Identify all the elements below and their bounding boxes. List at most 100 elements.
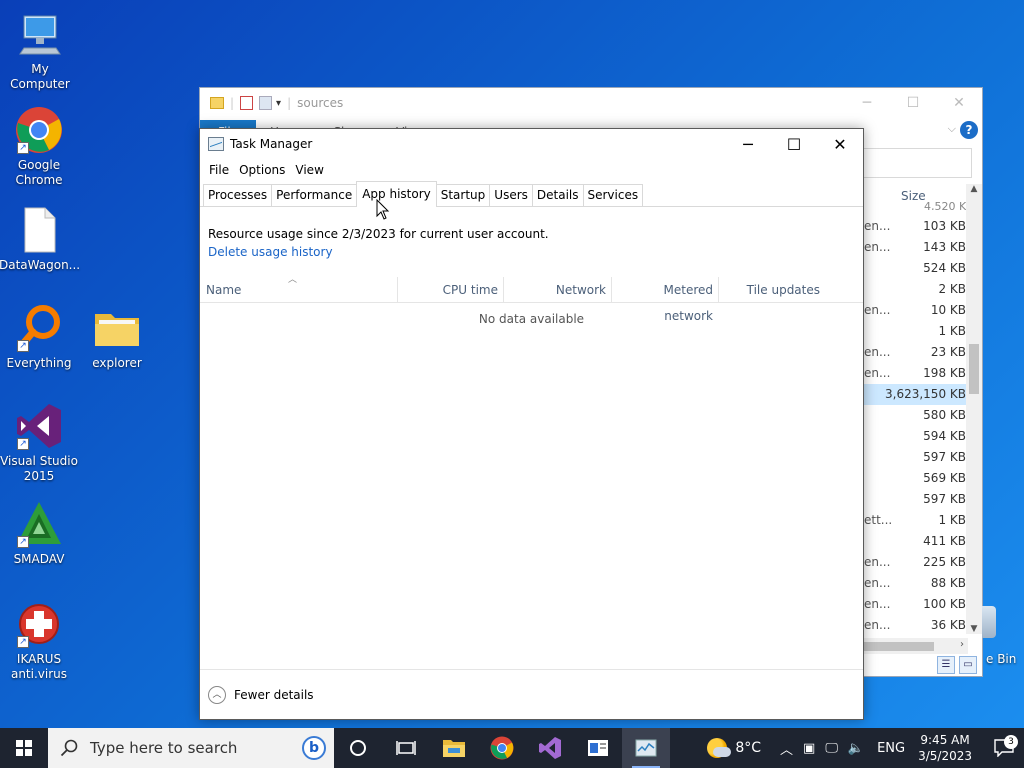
file-row[interactable]: 3,623,150 KB [864, 384, 968, 405]
taskbar-task-manager[interactable] [622, 728, 670, 768]
menu-options[interactable]: Options [234, 163, 290, 177]
delete-usage-history-link[interactable]: Delete usage history [208, 245, 333, 259]
taskbar-search-box[interactable]: Type here to search b [48, 728, 334, 768]
menu-view[interactable]: View [290, 163, 328, 177]
file-row[interactable]: 580 KB [864, 405, 968, 426]
file-list[interactable]: en... 103 KB en... 143 KB 524 KB 2 KB en... 10 … [864, 216, 968, 636]
expand-ribbon-icon[interactable]: ⌵ [948, 122, 956, 136]
new-folder-icon[interactable] [259, 96, 273, 110]
horizontal-scrollbar[interactable]: › [864, 638, 968, 654]
explorer-path-title: sources [297, 96, 344, 110]
tab-performance[interactable]: Performance [271, 184, 358, 206]
desktop-icon-my-computer[interactable]: My Computer [0, 10, 80, 92]
menu-bar: File Options View [200, 159, 863, 181]
desktop-icon-explorer[interactable]: explorer [77, 304, 157, 371]
file-row[interactable]: en... 103 KB [864, 216, 968, 237]
column-header-name[interactable]: Name [200, 277, 398, 303]
tab-services[interactable]: Services [582, 184, 644, 206]
search-box[interactable] [864, 148, 972, 178]
taskbar-file-explorer[interactable] [430, 728, 478, 768]
weather-widget[interactable]: 8°C [707, 738, 761, 758]
column-header-metered-network[interactable]: Metered network [612, 277, 719, 323]
file-row[interactable]: en... 23 KB [864, 342, 968, 363]
desktop-icon-smadav[interactable]: ↗ SMADAV [0, 500, 79, 567]
file-row[interactable]: 597 KB [864, 489, 968, 510]
desktop-icon-datawagon[interactable]: DataWagon... [0, 206, 80, 273]
folder-icon [443, 740, 465, 757]
minimize-icon[interactable]: ─ [844, 88, 890, 118]
tab-processes[interactable]: Processes [203, 184, 273, 206]
file-row[interactable]: en... 88 KB [864, 573, 968, 594]
chevron-up-circle-icon[interactable]: ︿ [208, 685, 226, 704]
details-view-icon[interactable]: ☰ [937, 656, 955, 674]
scroll-up-icon[interactable]: ▲ [966, 184, 982, 194]
file-size: 1 KB [938, 324, 966, 338]
input-language[interactable]: ENG [877, 741, 905, 756]
file-row[interactable]: ett... 1 KB [864, 510, 968, 531]
desktop-icon-everything[interactable]: ↗ Everything [0, 304, 79, 371]
tab-users[interactable]: Users [489, 184, 533, 206]
file-row[interactable]: en... 36 KB [864, 615, 968, 636]
file-size: 569 KB [923, 471, 966, 485]
chevron-up-icon[interactable]: ︿ [780, 739, 793, 758]
chrome-icon: ↗ [15, 106, 63, 154]
column-header-cpu-time[interactable]: CPU time [398, 277, 504, 303]
start-button[interactable] [0, 728, 48, 768]
close-button[interactable]: ✕ [817, 129, 863, 159]
usb-drive-icon[interactable]: ▣ [803, 741, 815, 756]
file-row[interactable]: 597 KB [864, 447, 968, 468]
column-header-network[interactable]: Network [504, 277, 612, 303]
file-row[interactable]: 569 KB [864, 468, 968, 489]
quick-access-dropdown-icon[interactable]: ▾ [276, 98, 281, 109]
file-row[interactable]: en... 143 KB [864, 237, 968, 258]
clock[interactable]: 9:45 AM 3/5/2023 [918, 732, 972, 764]
file-row[interactable]: 2 KB [864, 279, 968, 300]
properties-icon[interactable] [240, 96, 254, 110]
minimize-button[interactable]: ─ [725, 129, 771, 159]
file-row[interactable]: en... 10 KB [864, 300, 968, 321]
task-view-button[interactable] [382, 728, 430, 768]
task-manager-title-bar[interactable]: Task Manager ─ ☐ ✕ [200, 129, 863, 159]
action-center-button[interactable]: 3 [984, 735, 1024, 757]
taskbar-app-window[interactable] [574, 728, 622, 768]
help-icon[interactable]: ? [960, 121, 978, 139]
file-row[interactable]: en... 225 KB [864, 552, 968, 573]
file-row[interactable]: 524 KB [864, 258, 968, 279]
file-row[interactable]: en... 198 KB [864, 363, 968, 384]
search-icon [60, 739, 78, 757]
tab-app-history[interactable]: App history [356, 181, 437, 207]
maximize-button[interactable]: ☐ [771, 129, 817, 159]
column-header-tile-updates[interactable]: Tile updates [719, 277, 827, 303]
desktop-icon-google-chrome[interactable]: ↗ Google Chrome [0, 106, 79, 188]
volume-icon[interactable]: 🔈 [848, 741, 864, 756]
file-name-partial: en... [864, 345, 891, 359]
scroll-down-icon[interactable]: ▼ [966, 624, 982, 634]
taskbar-visual-studio[interactable] [526, 728, 574, 768]
scroll-thumb[interactable] [969, 344, 979, 394]
scroll-thumb[interactable] [864, 642, 934, 651]
file-row[interactable]: 594 KB [864, 426, 968, 447]
desktop-icon-ikarus[interactable]: ↗ IKARUS anti.virus [0, 600, 79, 682]
desktop-icon-recycle-bin[interactable]: e Bin [982, 606, 1022, 666]
fewer-details-button[interactable]: Fewer details [234, 688, 314, 702]
task-manager-window[interactable]: Task Manager ─ ☐ ✕ File Options View Pro… [199, 128, 864, 720]
network-icon[interactable]: 🖵 [825, 741, 838, 756]
maximize-icon[interactable]: ☐ [890, 88, 936, 118]
bing-icon[interactable]: b [302, 736, 326, 760]
vertical-scrollbar[interactable]: ▲ ▼ [966, 184, 982, 634]
file-size: 1 KB [938, 513, 966, 527]
scroll-right-icon[interactable]: › [960, 639, 964, 650]
smadav-icon: ↗ [15, 500, 63, 548]
file-row[interactable]: 1 KB [864, 321, 968, 342]
cortana-button[interactable] [334, 728, 382, 768]
desktop-icon-visual-studio[interactable]: ↗ Visual Studio 2015 [0, 402, 79, 484]
close-icon[interactable]: ✕ [936, 88, 982, 118]
taskbar-chrome[interactable] [478, 728, 526, 768]
menu-file[interactable]: File [204, 163, 234, 177]
file-size: 2 KB [938, 282, 966, 296]
tab-startup[interactable]: Startup [435, 184, 491, 206]
file-row[interactable]: 411 KB [864, 531, 968, 552]
large-icons-view-icon[interactable]: ▭ [959, 656, 977, 674]
tab-details[interactable]: Details [531, 184, 584, 206]
file-row[interactable]: en... 100 KB [864, 594, 968, 615]
